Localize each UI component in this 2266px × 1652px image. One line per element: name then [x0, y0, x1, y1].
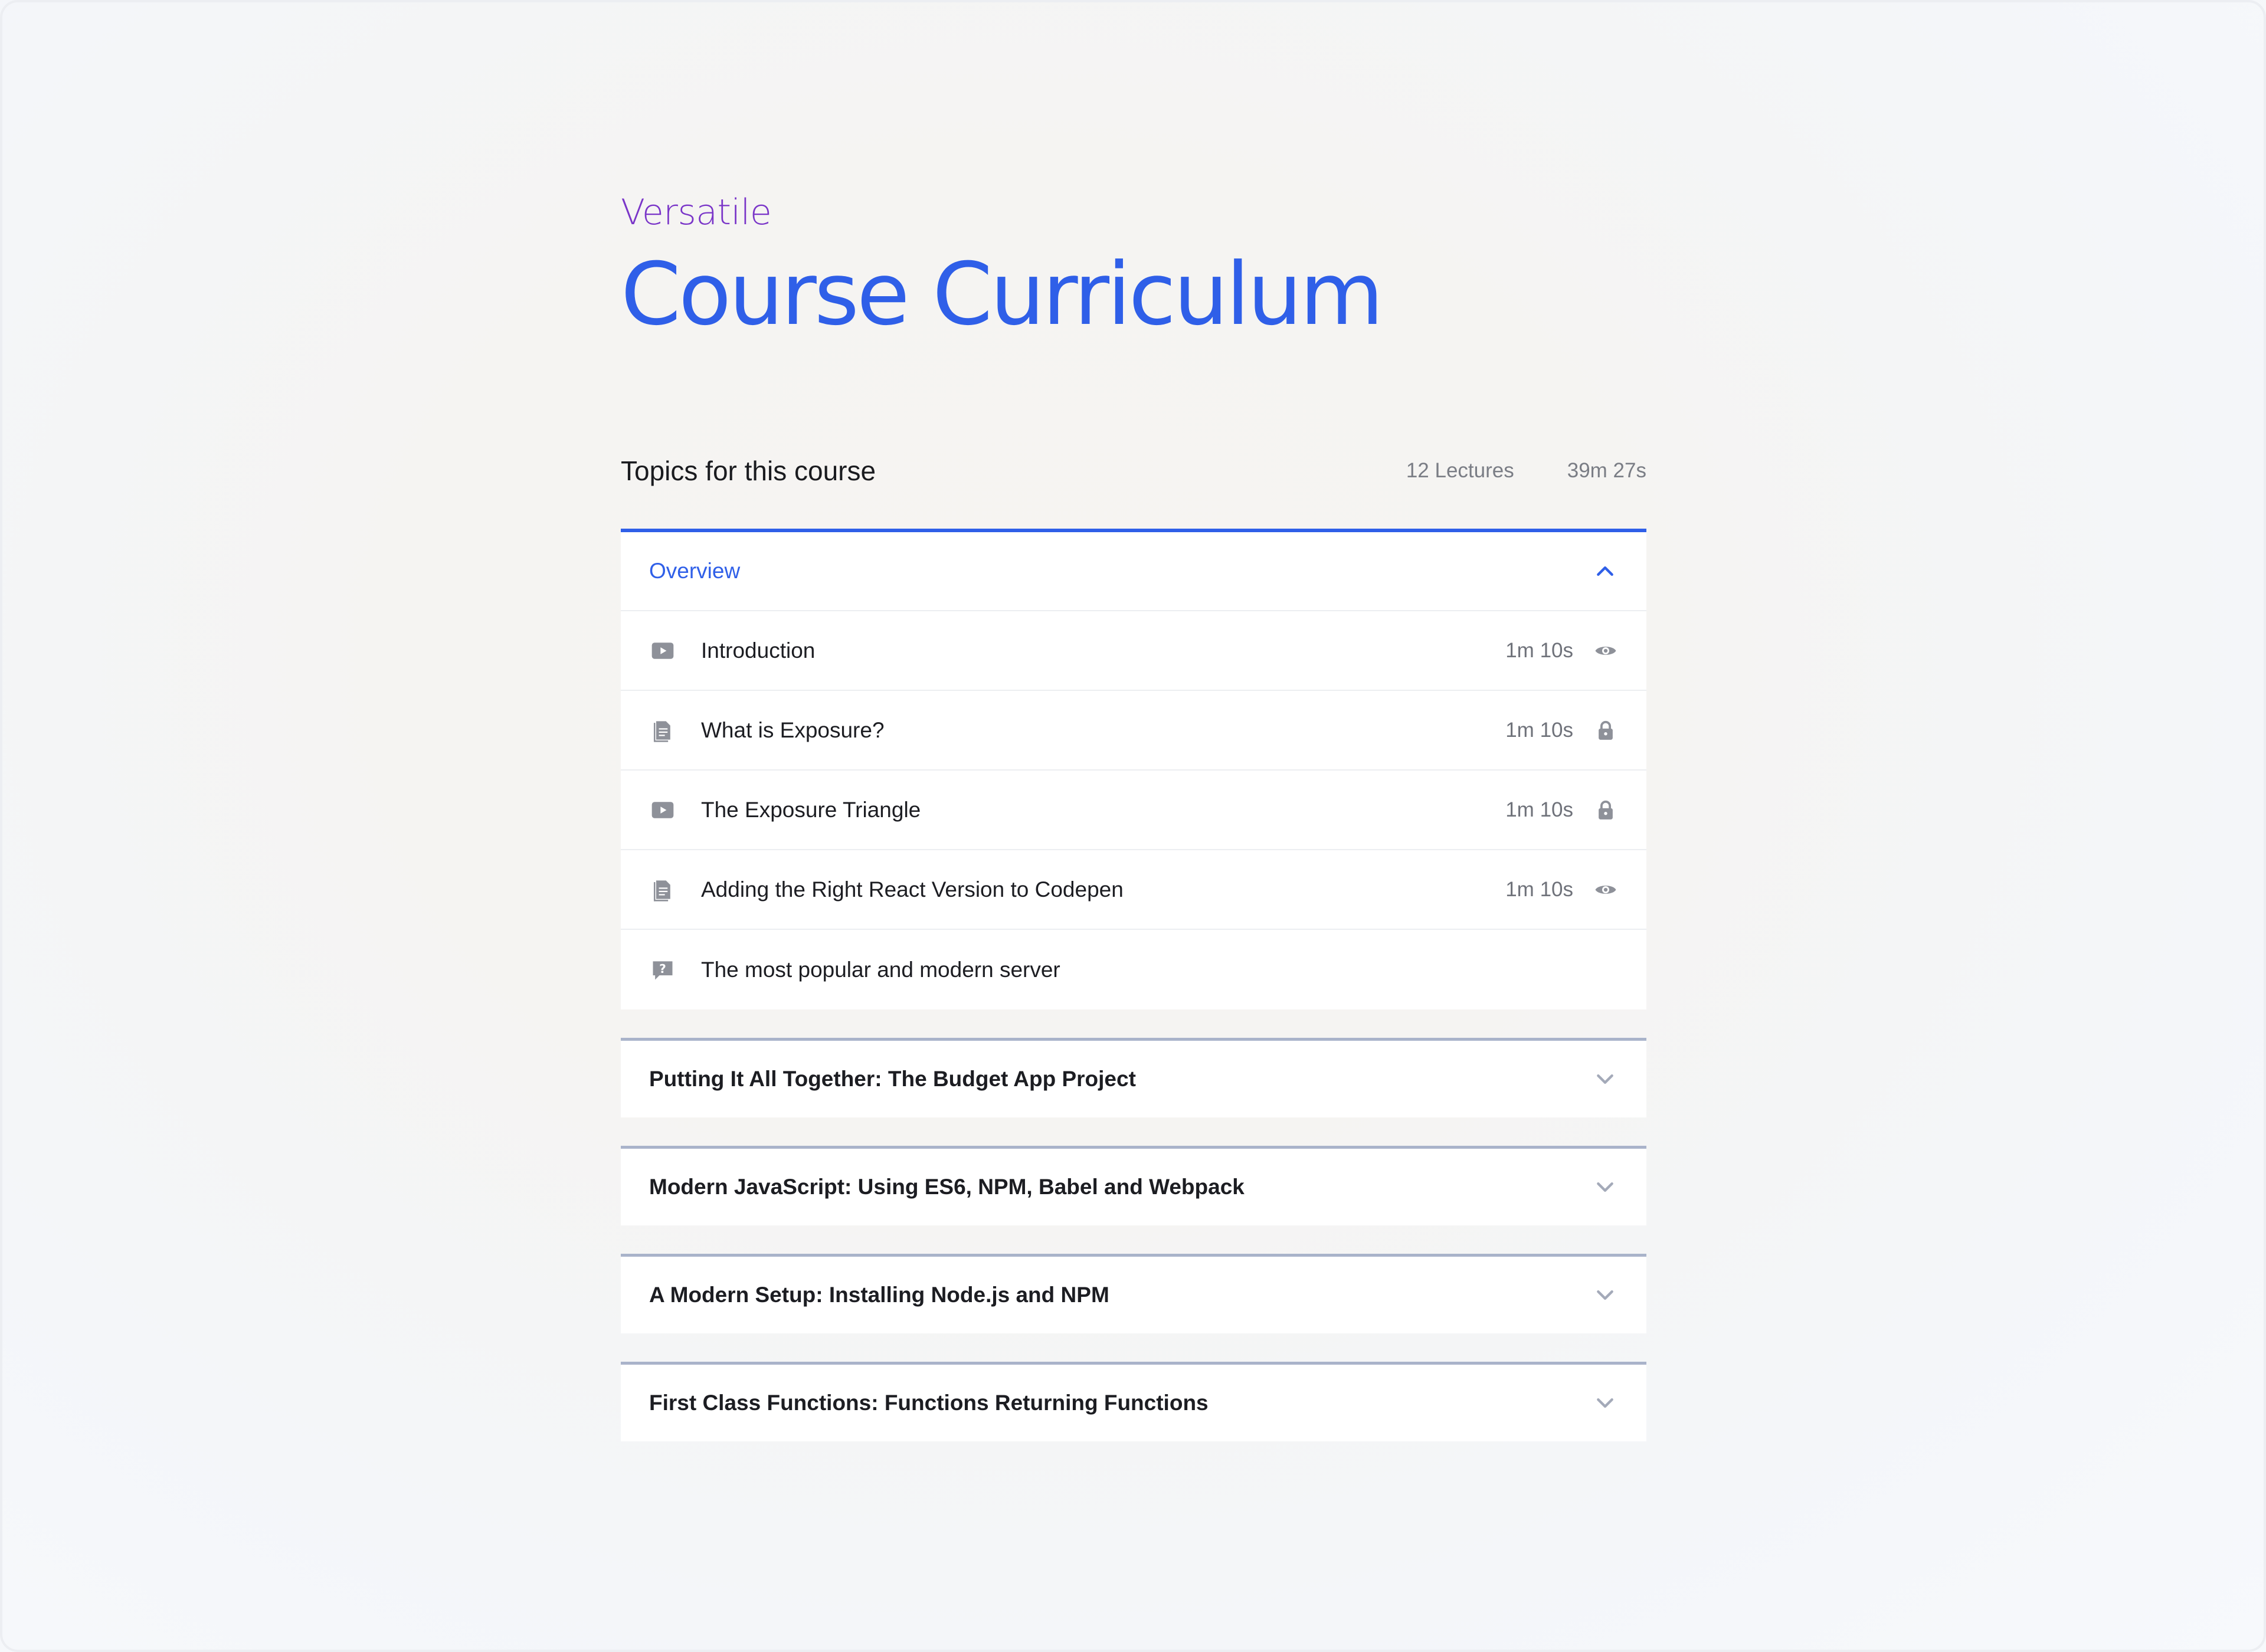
lecture-duration: 1m 10s	[1505, 798, 1573, 821]
total-duration: 39m 27s	[1567, 459, 1646, 482]
page-title: Course Curriculum	[621, 244, 1384, 345]
lecture-count: 12 Lectures	[1406, 459, 1514, 482]
lecture-title: Adding the Right React Version to Codepe…	[701, 877, 1124, 902]
section-title: Overview	[649, 559, 741, 583]
lock-icon	[1593, 798, 1618, 822]
lecture-title: The most popular and modern server	[701, 957, 1060, 982]
chevron-down-icon[interactable]	[1592, 1390, 1618, 1416]
section-title: A Modern Setup: Installing Node.js and N…	[649, 1283, 1109, 1307]
quiz-icon: ?	[649, 956, 676, 984]
lecture-row[interactable]: What is Exposure? 1m 10s	[621, 691, 1646, 771]
chevron-down-icon[interactable]	[1592, 1282, 1618, 1308]
lecture-title: Introduction	[701, 638, 816, 663]
section-header-overview[interactable]: Overview	[621, 532, 1646, 611]
course-summary: Topics for this course 12 Lectures 39m 2…	[621, 453, 1646, 489]
lecture-row[interactable]: The Exposure Triangle 1m 10s	[621, 771, 1646, 850]
chevron-down-icon[interactable]	[1592, 1174, 1618, 1200]
section-header[interactable]: First Class Functions: Functions Returni…	[621, 1365, 1646, 1441]
curriculum-container: Versatile Course Curriculum Topics for t…	[621, 195, 1646, 1470]
lecture-title: The Exposure Triangle	[701, 797, 921, 822]
eye-icon[interactable]	[1593, 638, 1618, 663]
chevron-down-icon[interactable]	[1592, 1066, 1618, 1092]
lock-icon	[1593, 718, 1618, 743]
eyebrow-label: Versatile	[621, 192, 772, 233]
section-title: First Class Functions: Functions Returni…	[649, 1391, 1209, 1415]
lecture-duration: 1m 10s	[1505, 877, 1573, 901]
section-first-class-functions: First Class Functions: Functions Returni…	[621, 1362, 1646, 1441]
lecture-duration: 1m 10s	[1505, 638, 1573, 662]
section-title: Modern JavaScript: Using ES6, NPM, Babel…	[649, 1175, 1245, 1199]
lecture-row[interactable]: ? The most popular and modern server	[621, 930, 1646, 1009]
section-header[interactable]: Modern JavaScript: Using ES6, NPM, Babel…	[621, 1149, 1646, 1225]
svg-text:?: ?	[659, 961, 666, 975]
section-budget-app: Putting It All Together: The Budget App …	[621, 1038, 1646, 1117]
section-overview: Overview Introduction 1m 10s What is Exp…	[621, 529, 1646, 1009]
document-icon	[649, 876, 676, 903]
section-modern-javascript: Modern JavaScript: Using ES6, NPM, Babel…	[621, 1146, 1646, 1225]
curriculum-accordion: Overview Introduction 1m 10s What is Exp…	[621, 529, 1646, 1441]
lecture-title: What is Exposure?	[701, 717, 885, 742]
video-icon	[649, 637, 676, 664]
section-header[interactable]: Putting It All Together: The Budget App …	[621, 1041, 1646, 1117]
section-header[interactable]: A Modern Setup: Installing Node.js and N…	[621, 1257, 1646, 1333]
eye-icon[interactable]	[1593, 877, 1618, 902]
video-icon	[649, 796, 676, 824]
lecture-row[interactable]: Introduction 1m 10s	[621, 611, 1646, 691]
section-modern-setup: A Modern Setup: Installing Node.js and N…	[621, 1254, 1646, 1333]
section-title: Putting It All Together: The Budget App …	[649, 1067, 1136, 1091]
lecture-row[interactable]: Adding the Right React Version to Codepe…	[621, 850, 1646, 930]
summary-meta: 12 Lectures 39m 27s	[1406, 459, 1646, 483]
chevron-up-icon[interactable]	[1592, 558, 1618, 584]
summary-title: Topics for this course	[621, 455, 876, 486]
document-icon	[649, 717, 676, 744]
lecture-duration: 1m 10s	[1505, 718, 1573, 742]
